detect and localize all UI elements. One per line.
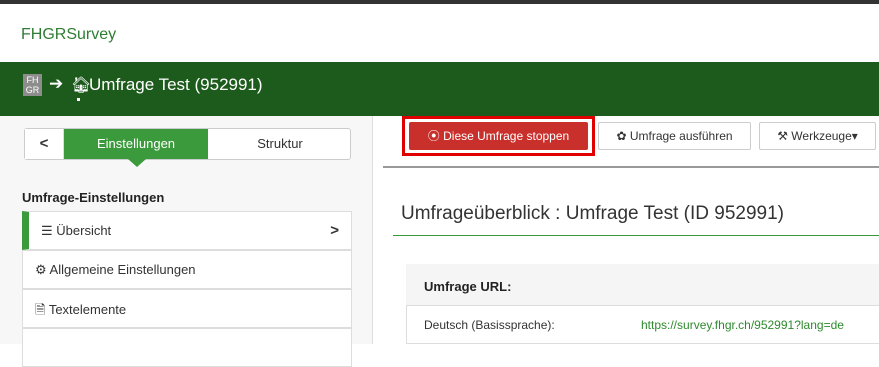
fhgr-logo[interactable]: FH GR bbox=[23, 74, 42, 96]
survey-url-link[interactable]: https://survey.fhgr.ch/952991?lang=de bbox=[641, 318, 844, 332]
sidebar-item-partial[interactable] bbox=[22, 328, 352, 367]
breadcrumb-survey-title[interactable]: Umfrage Test (952991) bbox=[89, 75, 263, 95]
panel-heading: Umfrage URL: bbox=[424, 279, 512, 294]
chevron-right-icon: > bbox=[330, 222, 339, 239]
sidebar-item-uebersicht[interactable]: ☰ Übersicht > bbox=[22, 211, 352, 250]
top-border bbox=[0, 0, 879, 4]
tab-struktur[interactable]: Struktur bbox=[210, 129, 350, 159]
tab-einstellungen[interactable]: Einstellungen bbox=[64, 129, 208, 159]
tools-dropdown-button[interactable]: ⚒ Werkzeuge▾ bbox=[759, 122, 876, 150]
sidebar-item-textelemente[interactable]: 🗎 Textelemente bbox=[22, 289, 352, 328]
sidebar-item-label: ☰ Übersicht bbox=[41, 223, 112, 238]
sidebar-item-label: ⚙ Allgemeine Einstellungen bbox=[35, 262, 196, 277]
collapse-sidebar-button[interactable]: < bbox=[25, 129, 64, 159]
stop-survey-button[interactable]: ⦿ Diese Umfrage stoppen bbox=[409, 122, 588, 150]
breadcrumb-dot bbox=[77, 98, 80, 101]
sidebar-heading: Umfrage-Einstellungen bbox=[22, 190, 165, 205]
page-title: Umfrageüberblick : Umfrage Test (ID 9529… bbox=[401, 203, 784, 224]
toolbar-divider bbox=[383, 166, 879, 168]
app-brand[interactable]: FHGRSurvey bbox=[21, 26, 116, 44]
run-survey-button[interactable]: ✿ Umfrage ausführen bbox=[598, 122, 751, 150]
sidebar-item-allgemeine-einstellungen[interactable]: ⚙ Allgemeine Einstellungen bbox=[22, 250, 352, 289]
arrow-right-icon: ➔ bbox=[49, 74, 64, 93]
language-label: Deutsch (Basissprache): bbox=[424, 318, 555, 332]
active-tab-caret bbox=[128, 159, 146, 167]
sidebar-item-label: 🗎 Textelemente bbox=[35, 302, 127, 317]
title-underline bbox=[393, 235, 879, 236]
